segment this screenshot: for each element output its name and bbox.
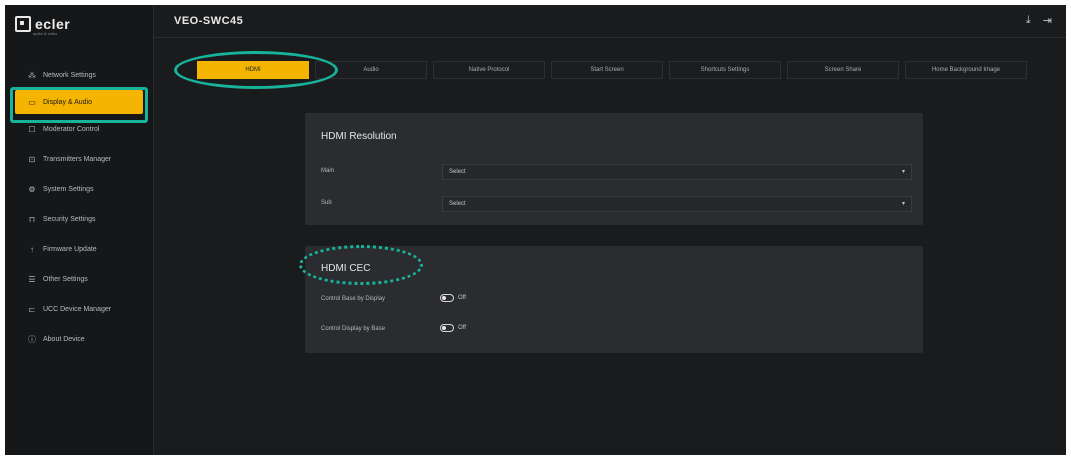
sidebar-item-label: System Settings (43, 185, 94, 193)
sidebar-item-network-settings[interactable]: ⁂ Network Settings (5, 60, 153, 90)
control-base-toggle[interactable] (440, 294, 454, 302)
app-window: ecler audio & video ⁂ Network Settings ▭ Di… (5, 5, 1066, 455)
control-display-state: Off (458, 325, 466, 331)
header-icons: ⤓ ⇥ (1026, 14, 1052, 27)
hdmi-resolution-title: HDMI Resolution (321, 131, 397, 142)
logo-mark-icon (15, 16, 31, 32)
chevron-down-icon: ▾ (901, 169, 905, 175)
tab-screen-share[interactable]: Screen Share (787, 61, 899, 79)
sidebar-item-label: UCC Device Manager (43, 305, 112, 313)
sidebar-item-other-settings[interactable]: ☰ Other Settings (5, 264, 153, 294)
tab-home-background-image[interactable]: Home Background Image (905, 61, 1027, 79)
gear-icon: ⚙ (28, 184, 36, 194)
tab-shortcuts-settings[interactable]: Shortcuts Settings (669, 61, 781, 79)
tab-native-protocol[interactable]: Native Protocol (433, 61, 545, 79)
control-base-state: Off (458, 295, 466, 301)
main-resolution-select[interactable]: Select ▾ (442, 164, 912, 180)
control-display-toggle[interactable] (440, 324, 454, 332)
info-icon: ⓘ (28, 334, 36, 344)
sidebar-item-transmitters-manager[interactable]: ⊡ Transmitters Manager (5, 144, 153, 174)
device-name: VEO-SWC45 (174, 15, 244, 27)
control-display-label: Control Display by Base (321, 326, 386, 332)
sidebar-item-label: Other Settings (43, 275, 88, 283)
logo-text: ecler (35, 16, 71, 32)
download-icon[interactable]: ⤓ (1026, 14, 1031, 27)
sidebar-item-label: Moderator Control (43, 125, 100, 133)
sidebar-item-about-device[interactable]: ⓘ About Device (5, 324, 153, 354)
chevron-down-icon: ▾ (901, 201, 905, 207)
logout-icon[interactable]: ⇥ (1043, 14, 1052, 27)
sidebar-item-label: About Device (43, 335, 85, 343)
sliders-icon: ☰ (28, 274, 36, 284)
sidebar-item-ucc-device-manager[interactable]: ⊏ UCC Device Manager (5, 294, 153, 324)
sidebar-item-label: Network Settings (43, 71, 96, 79)
device-icon: ⊏ (28, 304, 36, 314)
upload-icon: ↑ (30, 244, 34, 254)
header: VEO-SWC45 ⤓ ⇥ (154, 5, 1066, 38)
sidebar-item-label: Security Settings (43, 215, 96, 223)
sidebar-item-security-settings[interactable]: ⊓ Security Settings (5, 204, 153, 234)
sidebar-item-label: Transmitters Manager (43, 155, 112, 163)
main-select-value: Select (449, 169, 466, 175)
moderator-icon: ☐ (28, 124, 36, 134)
tab-highlight-annotation (174, 51, 338, 89)
logo: ecler audio & video (15, 13, 71, 36)
control-base-label: Control Base by Display (321, 296, 386, 302)
sub-resolution-select[interactable]: Select ▾ (442, 196, 912, 212)
sub-select-value: Select (449, 201, 466, 207)
sidebar-item-label: Firmware Update (43, 245, 97, 253)
sidebar-item-system-settings[interactable]: ⚙ System Settings (5, 174, 153, 204)
control-display-toggle-group: Off (440, 324, 466, 332)
tab-start-screen[interactable]: Start Screen (551, 61, 663, 79)
cec-highlight-annotation (299, 245, 423, 285)
sub-label: Sub (321, 200, 332, 206)
sidebar-highlight-annotation (10, 87, 148, 123)
sidebar-item-firmware-update[interactable]: ↑ Firmware Update (5, 234, 153, 264)
hdmi-resolution-panel: HDMI Resolution Main Select ▾ Sub Select… (305, 113, 923, 225)
main-label: Main (321, 168, 335, 174)
logo-subtext: audio & video (33, 31, 58, 36)
transmitter-icon: ⊡ (28, 154, 36, 164)
sidebar: ecler audio & video ⁂ Network Settings ▭ Di… (5, 5, 154, 455)
network-icon: ⁂ (28, 70, 36, 80)
control-base-toggle-group: Off (440, 294, 466, 302)
lock-icon: ⊓ (28, 214, 36, 224)
